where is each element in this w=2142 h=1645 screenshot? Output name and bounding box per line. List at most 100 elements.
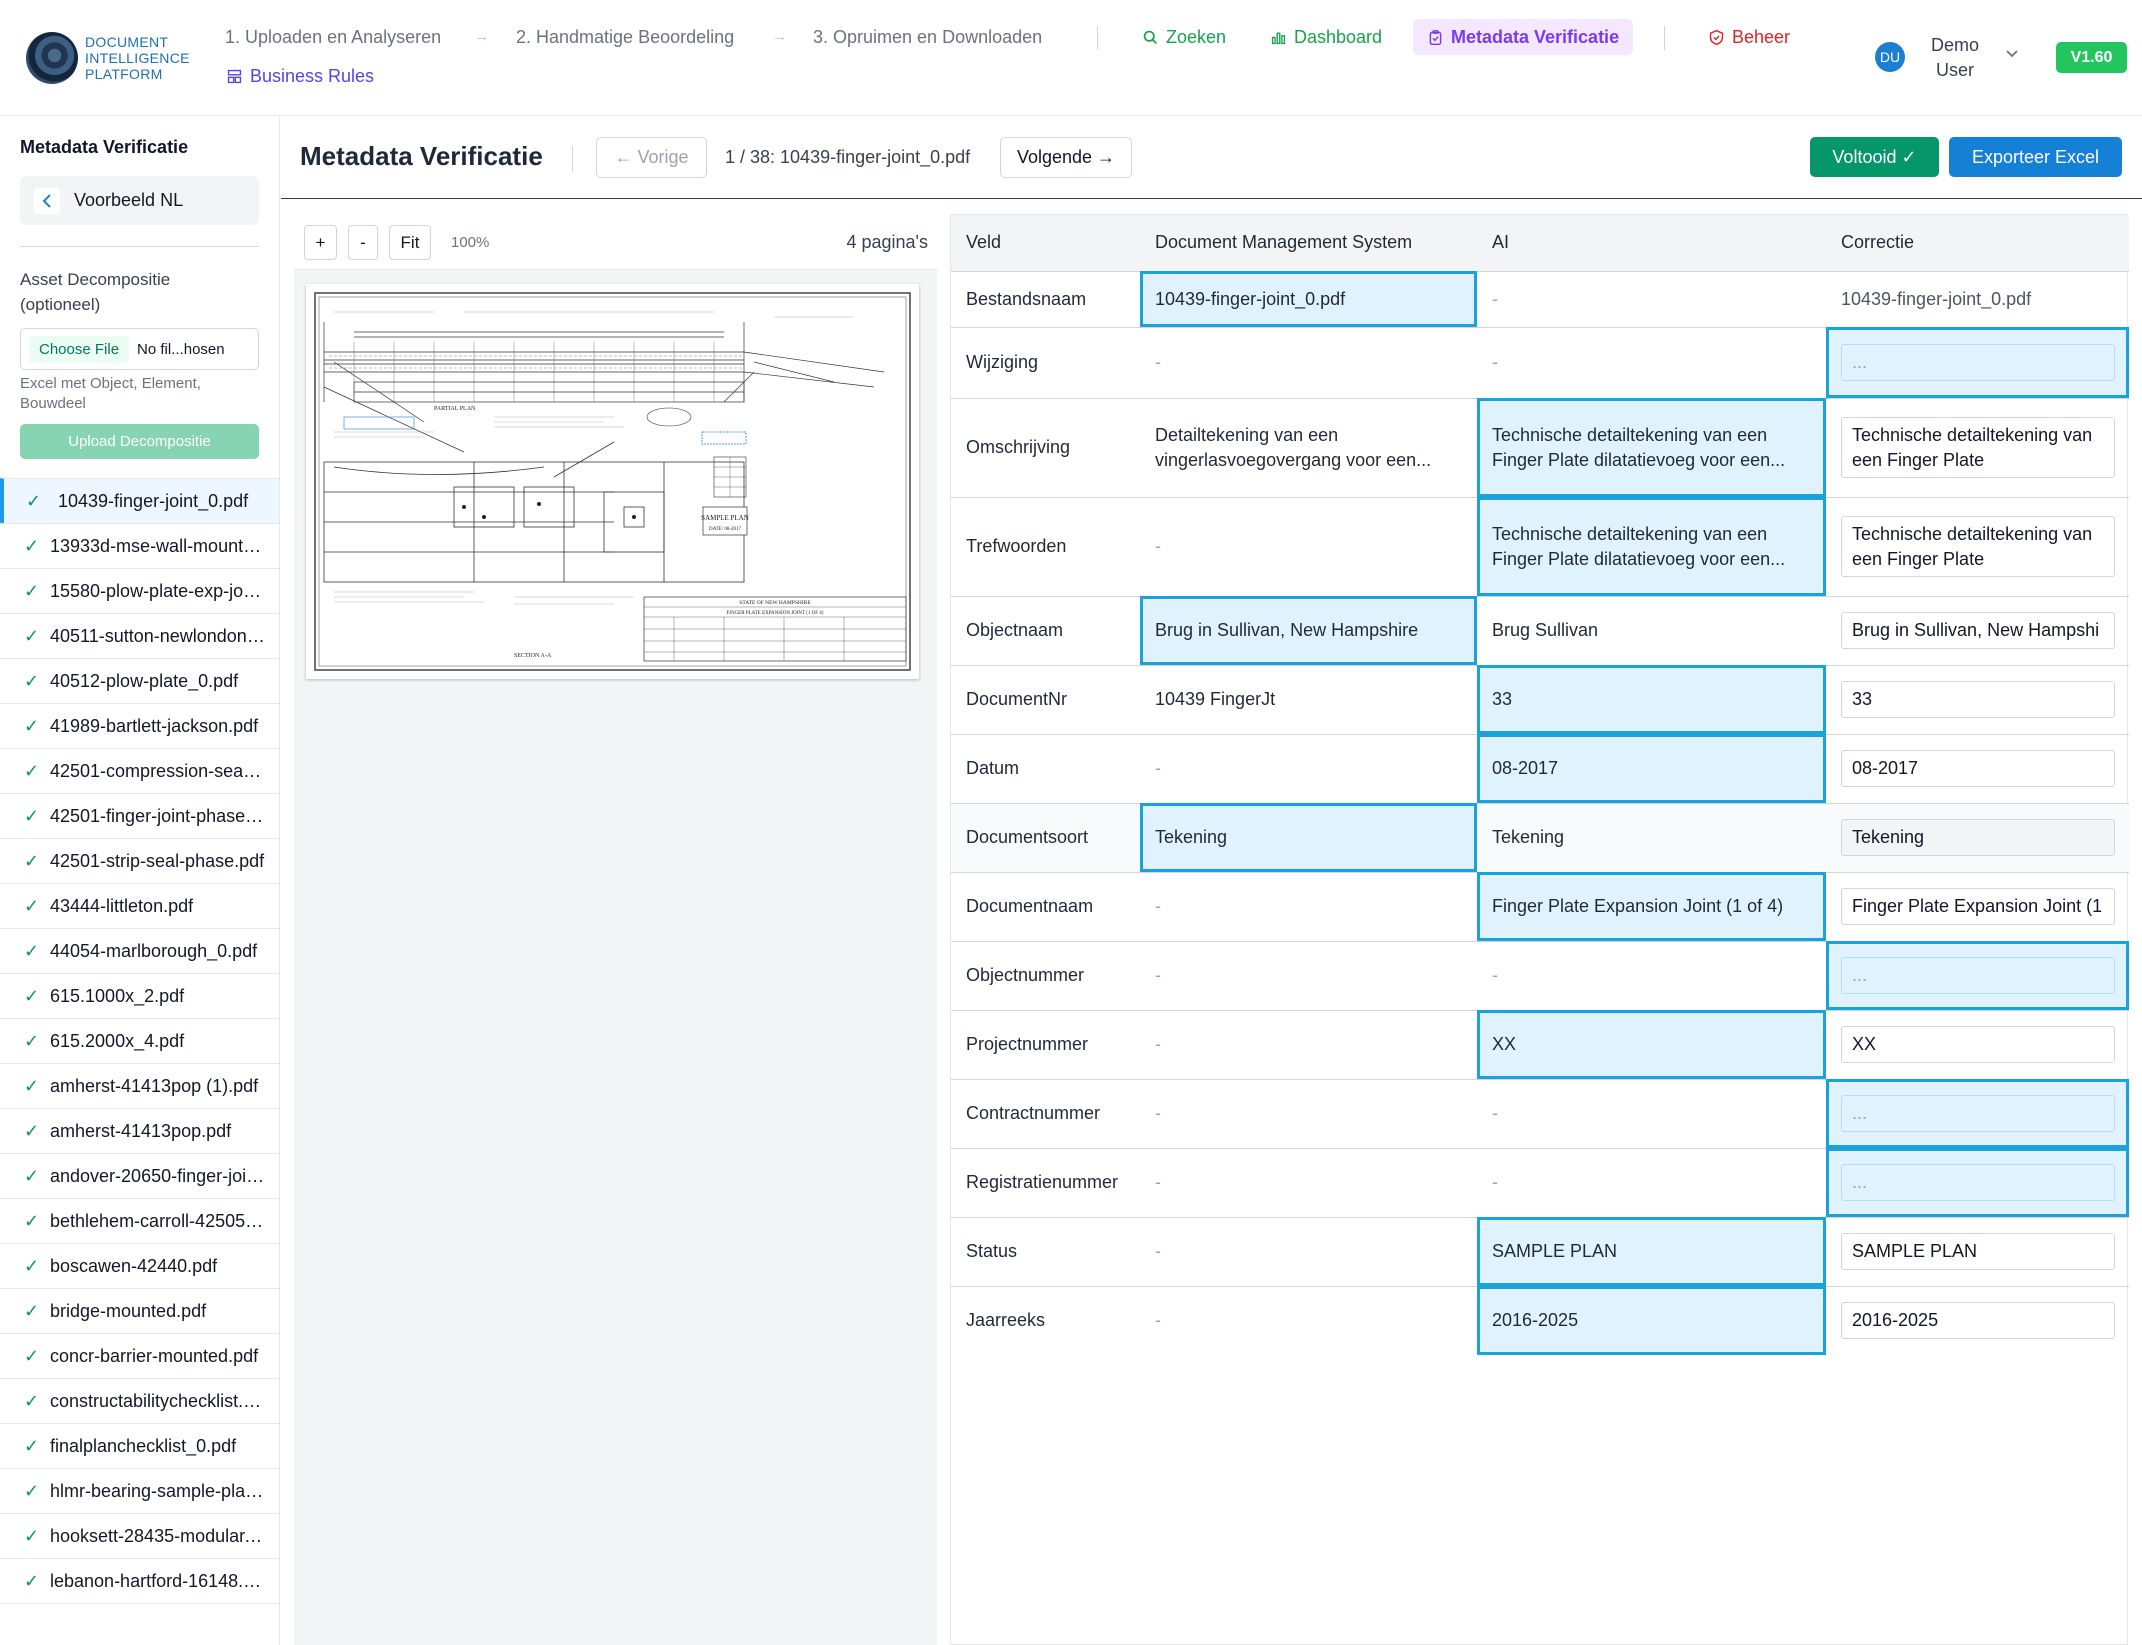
nav-metadata-verificatie[interactable]: Metadata Verificatie [1413,19,1634,55]
file-list-item[interactable]: ✓ concr-barrier-mounted.pdf [0,1333,279,1379]
file-list-item[interactable]: ✓ 42501-finger-joint-phase.pdf [0,793,279,839]
file-list-item[interactable]: ✓ 44054-marlborough_0.pdf [0,928,279,974]
correction-input[interactable]: ... [1841,1095,2115,1132]
chevron-down-icon[interactable] [2004,48,2020,60]
back-button[interactable]: Voorbeeld NL [20,176,259,225]
file-list-item[interactable]: ✓ boscawen-42440.pdf [0,1243,279,1289]
dms-value-text: 10439-finger-joint_0.pdf [1155,288,1346,309]
step-review[interactable]: 2. Handmatige Beoordeling [516,27,734,48]
correction-input[interactable]: ... [1841,1164,2115,1201]
ai-value-text: XX [1492,1034,1517,1054]
nav-beheer[interactable]: Beheer [1694,19,1804,55]
correction-input[interactable]: Finger Plate Expansion Joint (1 [1841,888,2115,925]
platform-logo[interactable] [26,32,78,84]
file-name: bridge-mounted.pdf [50,1300,207,1321]
file-list-item[interactable]: ✓ 615.2000x_4.pdf [0,1018,279,1064]
complete-button[interactable]: Voltooid ✓ [1810,137,1939,177]
file-list-item[interactable]: ✓ 41989-bartlett-jackson.pdf [0,703,279,749]
file-list-item[interactable]: ✓ 42501-compression-seal.pdf [0,748,279,794]
file-list-item[interactable]: ✓ 10439-finger-joint_0.pdf [0,478,279,524]
ai-value[interactable]: 08-2017 [1477,733,1826,803]
export-excel-button[interactable]: Exporteer Excel [1949,137,2122,177]
file-list-item[interactable]: ✓ 42501-strip-seal-phase.pdf [0,838,279,884]
file-list-item[interactable]: ✓ amherst-41413pop.pdf [0,1108,279,1154]
pdf-page-thumbnail[interactable]: SAMPLE PLAN DATE: 08-2017 STATE OF NEW H… [306,284,919,679]
previous-button[interactable]: ← Vorige [596,137,707,178]
file-list-item[interactable]: ✓ lebanon-hartford-16148.pdf [0,1558,279,1604]
file-list-item[interactable]: ✓ 40512-plow-plate_0.pdf [0,658,279,704]
dms-value[interactable]: Brug in Sullivan, New Hampshire [1140,595,1477,665]
correction-input[interactable]: Brug in Sullivan, New Hampshi [1841,612,2115,649]
step-upload[interactable]: 1. Uploaden en Analyseren [225,27,441,48]
nav-dashboard[interactable]: Dashboard [1256,19,1396,55]
ai-value[interactable]: 2016-2025 [1477,1285,1826,1355]
dms-value[interactable]: Tekening [1140,802,1477,872]
correction-input[interactable]: 33 [1841,681,2115,718]
zoom-out-button[interactable]: - [348,225,378,260]
file-list-item[interactable]: ✓ 615.1000x_2.pdf [0,973,279,1019]
dms-value-text: - [1155,1241,1161,1261]
table-row: Contractnummer - -... [951,1078,2129,1148]
step-cleanup[interactable]: 3. Opruimen en Downloaden [813,27,1042,48]
ai-value[interactable]: Finger Plate Expansion Joint (1 of 4) [1477,871,1826,941]
avatar[interactable]: DU [1875,42,1905,72]
fit-button[interactable]: Fit [389,225,431,260]
asset-label-line-2: (optioneel) [20,295,101,314]
upload-decomposition-button[interactable]: Upload Decompositie [20,424,259,459]
correction-cell: ... [1826,940,2129,1010]
correction-cell: ... [1826,1078,2129,1148]
file-list-item[interactable]: ✓ constructabilitychecklist.pdf [0,1378,279,1424]
nav-dashboard-label: Dashboard [1294,26,1383,47]
table-header-row: Veld Document Management System AI Corre… [951,215,2129,271]
file-list-item[interactable]: ✓ bethlehem-carroll-42505.pdf [0,1198,279,1244]
ai-value[interactable]: Technische detailtekening van een Finger… [1477,496,1826,596]
file-input[interactable]: Choose File No fil...hosen [20,328,259,370]
file-list-item[interactable]: ✓ andover-20650-finger-joint.pdf [0,1153,279,1199]
correction-input[interactable]: 08-2017 [1841,750,2115,787]
zoom-in-button[interactable]: + [304,225,337,260]
correction-input[interactable]: SAMPLE PLAN [1841,1233,2115,1270]
nav-business-rules[interactable]: Business Rules [226,66,374,87]
table-row: Bestandsnaam 10439-finger-joint_0.pdf - 104… [951,270,2129,327]
file-list-item[interactable]: ✓ 15580-plow-plate-exp-joint.pdf [0,568,279,614]
file-name: amherst-41413pop.pdf [50,1120,232,1141]
user-name[interactable]: Demo User [1915,33,1995,83]
next-button[interactable]: Volgende → [1000,137,1132,178]
nav-zoeken[interactable]: Zoeken [1128,19,1240,55]
asset-label-line-1: Asset Decompositie [20,270,171,289]
correction-input[interactable]: XX [1841,1026,2115,1063]
field-label: Trefwoorden [951,496,1140,596]
ai-value[interactable]: 33 [1477,664,1826,734]
correction-input[interactable]: ... [1841,957,2115,994]
check-icon: ✓ [24,895,40,916]
user-name-line-1: Demo [1930,35,1979,55]
file-list-item[interactable]: ✓ 43444-littleton.pdf [0,883,279,929]
correction-input[interactable]: Technische detailtekening van een Finger… [1841,417,2115,478]
ai-value[interactable]: XX [1477,1009,1826,1079]
file-list-item[interactable]: ✓ 13933d-mse-wall-mounted.pdf [0,523,279,569]
ai-value[interactable]: SAMPLE PLAN [1477,1216,1826,1286]
ai-value-text: Brug Sullivan [1492,620,1599,640]
correction-input[interactable]: ... [1841,344,2115,381]
file-name: constructabilitychecklist.pdf [50,1390,265,1411]
file-list-item[interactable]: ✓ bridge-mounted.pdf [0,1288,279,1334]
choose-file-button[interactable]: Choose File [29,335,130,363]
file-list-item[interactable]: ✓ hlmr-bearing-sample-plan.pdf [0,1468,279,1514]
file-list-item[interactable]: ✓ amherst-41413pop (1).pdf [0,1063,279,1109]
file-list-item[interactable]: ✓ 40511-sutton-newlondon.pdf [0,613,279,659]
nav-beheer-label: Beheer [1732,26,1791,47]
correction-input[interactable]: 2016-2025 [1841,1302,2115,1340]
correction-input[interactable]: Technische detailtekening van een Finger… [1841,516,2115,577]
correction-cell: XX [1826,1009,2129,1079]
file-list-item[interactable]: ✓ finalplanchecklist_0.pdf [0,1423,279,1469]
file-name: bethlehem-carroll-42505.pdf [50,1210,265,1231]
correction-cell: ... [1826,326,2129,398]
ai-value[interactable]: Technische detailtekening van een Finger… [1477,397,1826,497]
metadata-table: Veld Document Management System AI Corre… [951,215,2129,1355]
file-name: 615.2000x_4.pdf [50,1030,185,1051]
correction-input[interactable]: Tekening [1841,819,2115,856]
file-list-item[interactable]: ✓ hooksett-28435-modular.pdf [0,1513,279,1559]
dms-value[interactable]: 10439-finger-joint_0.pdf [1140,270,1477,327]
field-label: Registratienummer [951,1147,1140,1217]
chart-icon [1271,32,1286,44]
